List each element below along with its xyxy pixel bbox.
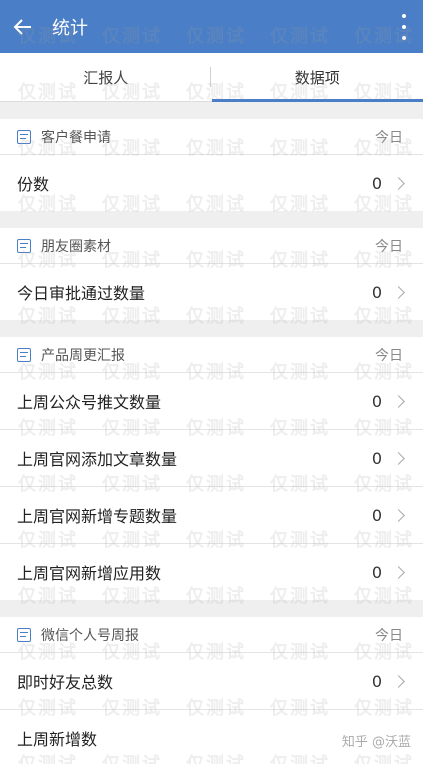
tab-data-items[interactable]: 数据项 [212,53,423,101]
stat-label: 份数 [17,171,372,195]
section-title: 客户餐申请 [41,127,375,147]
page-title: 统计 [52,14,88,40]
section-date: 今日 [375,345,403,365]
stat-row[interactable]: 上周官网新增专题数量 0 [0,487,423,544]
section-customer-meal: 客户餐申请 今日 份数 0 [0,119,423,211]
stat-label: 上周官网新增应用数 [17,560,372,584]
section-date: 今日 [375,625,403,645]
stat-label: 即时好友总数 [17,669,372,693]
chevron-right-icon [392,509,405,522]
section-header: 朋友圈素材 今日 [0,228,423,264]
chevron-right-icon [392,566,405,579]
section-title: 产品周更汇报 [41,345,375,365]
section-gap [0,211,423,228]
section-date: 今日 [375,127,403,147]
stat-value: 0 [372,392,382,411]
stat-row[interactable]: 即时好友总数 0 [0,653,423,710]
stat-label: 上周官网新增专题数量 [17,503,372,527]
chevron-right-icon [392,452,405,465]
stat-value: 0 [372,449,382,468]
stat-label: 上周官网添加文章数量 [17,446,372,470]
chevron-right-icon [392,286,405,299]
stat-label: 上周新增数 [17,726,391,750]
stat-value: 0 [372,563,382,582]
section-product-weekly: 产品周更汇报 今日 上周公众号推文数量 0 上周官网添加文章数量 0 上周官网新… [0,337,423,600]
stat-label: 上周公众号推文数量 [17,389,372,413]
tab-bar: 汇报人 数据项 [0,53,423,102]
stat-row[interactable]: 今日审批通过数量 0 [0,264,423,320]
app-bar: 统计 [0,0,423,53]
back-arrow-icon[interactable] [12,16,34,38]
stat-row[interactable]: 上周官网添加文章数量 0 [0,430,423,487]
section-title: 朋友圈素材 [41,236,375,256]
form-icon [17,628,31,642]
stat-row[interactable]: 份数 0 [0,155,423,211]
section-header: 客户餐申请 今日 [0,119,423,155]
tab-reporters[interactable]: 汇报人 [0,53,212,101]
stat-value: 0 [372,506,382,525]
chevron-right-icon [392,395,405,408]
stat-value: 0 [372,174,382,193]
stat-value: 0 [372,283,382,302]
more-menu-icon[interactable] [401,14,407,40]
section-header: 微信个人号周报 今日 [0,617,423,653]
section-gap [0,320,423,337]
form-icon [17,239,31,253]
chevron-right-icon [392,675,405,688]
stat-row[interactable]: 上周官网新增应用数 0 [0,544,423,600]
section-moments-material: 朋友圈素材 今日 今日审批通过数量 0 [0,228,423,320]
form-icon [17,130,31,144]
section-gap [0,102,423,119]
form-icon [17,348,31,362]
section-title: 微信个人号周报 [41,625,375,645]
source-credit: 知乎 @沃蓝 [342,731,411,750]
section-date: 今日 [375,236,403,256]
stat-value: 0 [372,672,382,691]
section-gap [0,600,423,617]
chevron-right-icon [392,177,405,190]
section-header: 产品周更汇报 今日 [0,337,423,373]
stat-row[interactable]: 上周公众号推文数量 0 [0,373,423,430]
stat-label: 今日审批通过数量 [17,280,372,304]
